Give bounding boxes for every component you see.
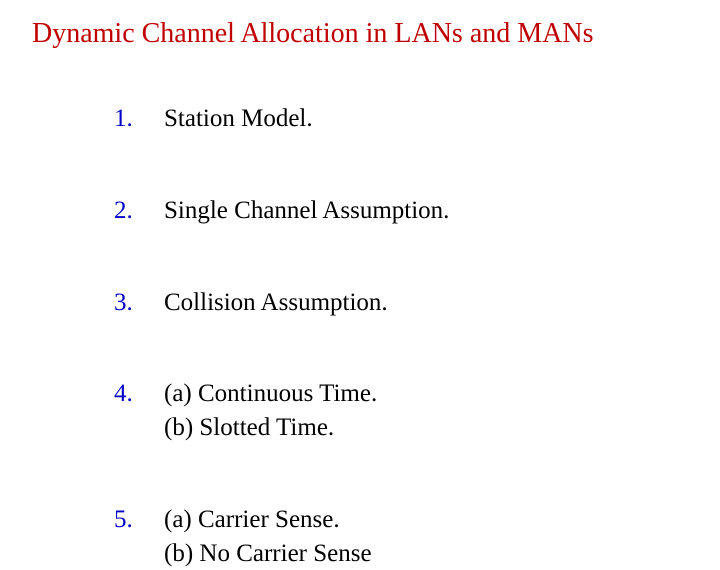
list-item: 1. Station Model. [114, 102, 654, 136]
list-item: 5. (a) Carrier Sense. (b) No Carrier Sen… [114, 503, 654, 570]
item-line: Collision Assumption. [164, 286, 654, 320]
item-line: (a) Carrier Sense. [164, 503, 654, 537]
list-item: 2. Single Channel Assumption. [114, 194, 654, 228]
item-number: 2. [114, 194, 164, 228]
item-content: (a) Carrier Sense. (b) No Carrier Sense [164, 503, 654, 570]
item-content: Station Model. [164, 102, 654, 136]
item-line: Single Channel Assumption. [164, 194, 654, 228]
item-number: 4. [114, 377, 164, 445]
item-line: (a) Continuous Time. [164, 377, 654, 411]
item-number: 3. [114, 286, 164, 320]
item-content: Collision Assumption. [164, 286, 654, 320]
assumption-list: 1. Station Model. 2. Single Channel Assu… [114, 102, 654, 570]
item-content: Single Channel Assumption. [164, 194, 654, 228]
list-item: 4. (a) Continuous Time. (b) Slotted Time… [114, 377, 654, 445]
item-content: (a) Continuous Time. (b) Slotted Time. [164, 377, 654, 445]
item-number: 1. [114, 102, 164, 136]
list-item: 3. Collision Assumption. [114, 286, 654, 320]
item-line: (b) Slotted Time. [164, 411, 654, 445]
item-line: Station Model. [164, 102, 654, 136]
page-title: Dynamic Channel Allocation in LANs and M… [32, 18, 692, 50]
item-number: 5. [114, 503, 164, 570]
item-line: (b) No Carrier Sense [164, 537, 654, 570]
